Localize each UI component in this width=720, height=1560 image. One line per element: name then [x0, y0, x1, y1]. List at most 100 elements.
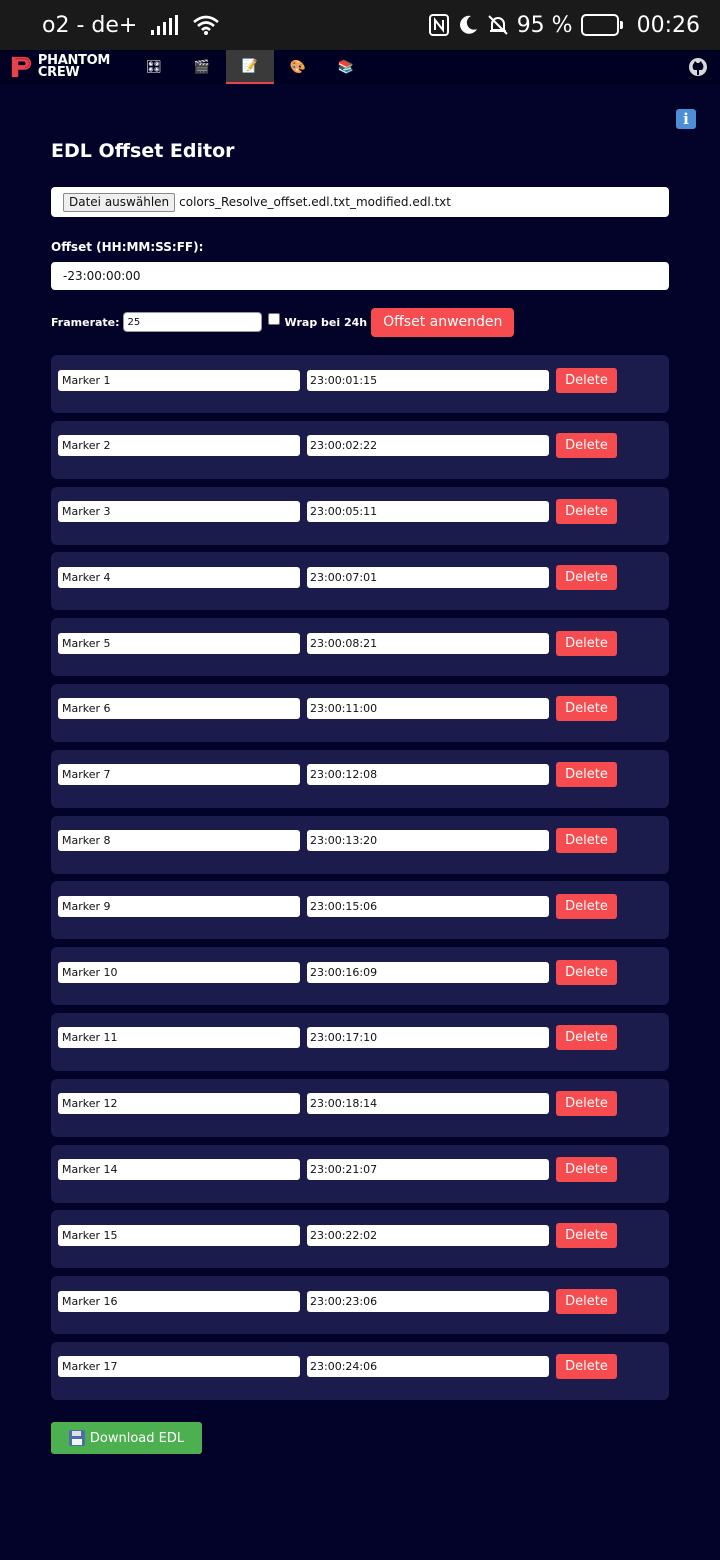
marker-time-input[interactable]: 23:00:17:10 [307, 1027, 549, 1049]
choose-file-button[interactable]: Datei auswählen [63, 192, 176, 212]
delete-marker-button[interactable]: Delete [556, 630, 617, 656]
file-picker[interactable]: Datei auswählen colors_Resolve_offset.ed… [51, 187, 669, 217]
info-glyph: i [683, 110, 689, 128]
delete-marker-button[interactable]: Delete [556, 762, 617, 788]
marker-time-input[interactable]: 23:00:08:21 [307, 632, 549, 654]
marker-time-input[interactable]: 23:00:16:09 [307, 961, 549, 983]
marker-row: Marker 6 23:00:11:00 Delete [51, 683, 669, 742]
download-edl-button[interactable]: Download EDL [51, 1422, 202, 1454]
wrap-24h-checkbox[interactable] [267, 313, 280, 325]
marker-name-input[interactable]: Marker 16 [58, 1290, 300, 1312]
books-icon: 📚 [337, 59, 355, 75]
framerate-row: Framerate: Wrap bei 24h Offset anwenden [51, 307, 515, 337]
marker-time-input[interactable]: 23:00:02:22 [307, 435, 549, 457]
marker-row: Marker 16 23:00:23:06 Delete [51, 1276, 669, 1335]
marker-time-input[interactable]: 23:00:05:11 [307, 501, 549, 523]
marker-name-input[interactable]: Marker 3 [58, 501, 300, 523]
delete-marker-button[interactable]: Delete [556, 1157, 617, 1183]
signal-icon [151, 15, 179, 35]
marker-time-input[interactable]: 23:00:18:14 [307, 1093, 549, 1115]
marker-row: Marker 1 23:00:01:15 Delete [51, 355, 669, 413]
marker-row: Marker 9 23:00:15:06 Delete [51, 881, 669, 940]
marker-row: Marker 17 23:00:24:06 Delete [51, 1341, 669, 1400]
marker-name-input[interactable]: Marker 14 [58, 1159, 300, 1181]
marker-row: Marker 3 23:00:05:11 Delete [51, 486, 669, 545]
bell-off-icon [487, 15, 508, 35]
marker-time-input[interactable]: 23:00:15:06 [307, 895, 549, 917]
marker-time-input[interactable]: 23:00:12:08 [307, 764, 549, 786]
floppy-disk-icon [68, 1430, 85, 1446]
tab-clapper[interactable]: 🎬 [178, 50, 226, 84]
nfc-icon [428, 14, 449, 36]
marker-row: Marker 11 23:00:17:10 Delete [51, 1012, 669, 1071]
info-icon[interactable]: i [676, 109, 696, 129]
delete-marker-button[interactable]: Delete [556, 564, 617, 590]
marker-time-input[interactable]: 23:00:07:01 [307, 566, 549, 588]
apply-offset-button[interactable]: Offset anwenden [371, 307, 515, 337]
marker-time-input[interactable]: 23:00:21:07 [307, 1159, 549, 1181]
delete-marker-button[interactable]: Delete [556, 1354, 617, 1380]
marker-row: Marker 10 23:00:16:09 Delete [51, 947, 669, 1006]
delete-marker-button[interactable]: Delete [556, 828, 617, 854]
offset-input[interactable] [51, 262, 669, 290]
marker-name-input[interactable]: Marker 15 [58, 1224, 300, 1246]
grid-icon: 🎛 [145, 59, 163, 75]
marker-time-input[interactable]: 23:00:01:15 [307, 369, 549, 391]
delete-marker-button[interactable]: Delete [556, 367, 617, 393]
battery-percent: 95 % [516, 12, 573, 38]
clock: 00:26 [636, 12, 700, 38]
delete-marker-button[interactable]: Delete [556, 696, 617, 722]
marker-time-input[interactable]: 23:00:11:00 [307, 698, 549, 720]
battery-icon [580, 14, 623, 36]
marker-name-input[interactable]: Marker 9 [58, 895, 300, 917]
marker-name-input[interactable]: Marker 6 [58, 698, 300, 720]
tab-palette[interactable]: 🎨 [274, 50, 322, 84]
marker-time-input[interactable]: 23:00:13:20 [307, 830, 549, 852]
marker-name-input[interactable]: Marker 7 [58, 764, 300, 786]
palette-icon: 🎨 [289, 59, 307, 75]
framerate-label: Framerate: [51, 315, 120, 329]
marker-row: Marker 5 23:00:08:21 Delete [51, 618, 669, 677]
marker-row: Marker 14 23:00:21:07 Delete [51, 1144, 669, 1203]
delete-marker-button[interactable]: Delete [556, 959, 617, 985]
download-label: Download EDL [89, 1430, 185, 1446]
marker-name-input[interactable]: Marker 1 [58, 369, 300, 391]
offset-label: Offset (HH:MM:SS:FF): [51, 240, 204, 254]
nav-tabs: 🎛 🎬 📝 🎨 📚 [130, 50, 370, 84]
delete-marker-button[interactable]: Delete [556, 893, 617, 919]
tab-edl-editor[interactable]: 📝 [226, 50, 274, 84]
phantom-crew-logo[interactable]: PHANTOM CREW [10, 52, 110, 82]
marker-time-input[interactable]: 23:00:22:02 [307, 1224, 549, 1246]
marker-row: Marker 2 23:00:02:22 Delete [51, 420, 669, 479]
delete-marker-button[interactable]: Delete [556, 1222, 617, 1248]
marker-name-input[interactable]: Marker 8 [58, 830, 300, 852]
tab-books[interactable]: 📚 [322, 50, 370, 84]
delete-marker-button[interactable]: Delete [556, 1288, 617, 1314]
marker-name-input[interactable]: Marker 4 [58, 566, 300, 588]
marker-time-input[interactable]: 23:00:23:06 [307, 1290, 549, 1312]
clapper-icon: 🎬 [193, 59, 211, 75]
marker-name-input[interactable]: Marker 11 [58, 1027, 300, 1049]
marker-row: Marker 8 23:00:13:20 Delete [51, 815, 669, 874]
marker-name-input[interactable]: Marker 12 [58, 1093, 300, 1115]
marker-row: Marker 7 23:00:12:08 Delete [51, 749, 669, 808]
memo-icon: 📝 [241, 58, 259, 74]
marker-name-input[interactable]: Marker 5 [58, 632, 300, 654]
marker-name-input[interactable]: Marker 17 [58, 1356, 300, 1378]
marker-name-input[interactable]: Marker 2 [58, 435, 300, 457]
delete-marker-button[interactable]: Delete [556, 499, 617, 525]
app-navbar: PHANTOM CREW 🎛 🎬 📝 🎨 📚 [0, 50, 720, 84]
page-title: EDL Offset Editor [51, 140, 235, 162]
marker-list: Marker 1 23:00:01:15 Delete Marker 2 23:00:0… [51, 355, 669, 1408]
tab-grid[interactable]: 🎛 [130, 50, 178, 84]
carrier-name: o2 - de+ [42, 12, 138, 38]
marker-time-input[interactable]: 23:00:24:06 [307, 1356, 549, 1378]
marker-name-input[interactable]: Marker 10 [58, 961, 300, 983]
delete-marker-button[interactable]: Delete [556, 433, 617, 459]
framerate-input[interactable] [122, 312, 262, 332]
delete-marker-button[interactable]: Delete [556, 1091, 617, 1117]
github-icon[interactable] [688, 57, 708, 77]
wrap-24h-label: Wrap bei 24h [284, 315, 368, 329]
selected-file-name: colors_Resolve_offset.edl.txt_modified.e… [179, 195, 451, 209]
delete-marker-button[interactable]: Delete [556, 1025, 617, 1051]
